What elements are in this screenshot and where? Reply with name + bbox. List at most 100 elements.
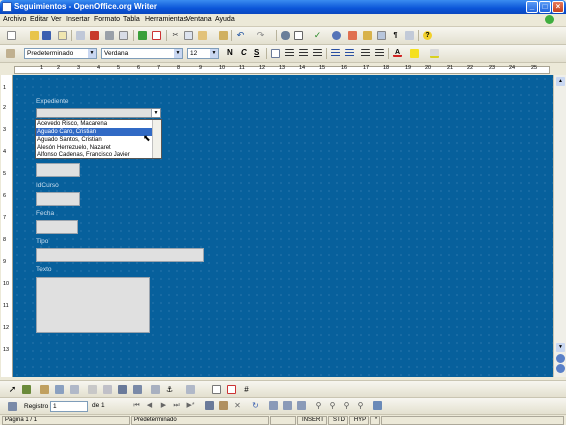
email-icon[interactable]: [58, 31, 67, 40]
edit-file-icon[interactable]: [76, 31, 85, 40]
highlighting-icon[interactable]: [410, 49, 419, 58]
dropdown-option[interactable]: Acevedo Risco, Macarena: [36, 120, 153, 128]
align-right-icon[interactable]: [299, 49, 308, 58]
add-field-icon[interactable]: [88, 385, 97, 394]
control-properties-icon[interactable]: [40, 385, 49, 394]
helplines-icon[interactable]: #: [242, 385, 251, 394]
zoom-indicator[interactable]: [270, 416, 296, 425]
selection-mode-indicator[interactable]: STD: [328, 416, 348, 425]
undo-record-icon[interactable]: [219, 401, 228, 410]
select-pointer-icon[interactable]: ➚: [8, 385, 17, 394]
dropdown-option[interactable]: Aguado Santos, Cristian: [36, 136, 153, 144]
zoom-icon[interactable]: [405, 31, 414, 40]
show-draw-functions-icon[interactable]: ✓: [313, 31, 322, 40]
close-button[interactable]: ×: [552, 1, 564, 13]
sort-ascending-icon[interactable]: [269, 401, 278, 410]
save-icon[interactable]: [42, 31, 51, 40]
autofilter-icon[interactable]: ⚲: [314, 401, 323, 410]
vertical-ruler[interactable]: 1 2 3 4 5 6 7 8 9 10 11 12 13: [1, 75, 13, 377]
navigator-icon[interactable]: [332, 31, 341, 40]
vertical-scrollbar[interactable]: ▲ ▼: [553, 75, 566, 377]
activation-order-icon[interactable]: [103, 385, 112, 394]
spellcheck-icon[interactable]: [138, 31, 147, 40]
background-color-icon[interactable]: [430, 49, 439, 58]
paste-icon[interactable]: [198, 31, 207, 40]
anchor-icon[interactable]: ⚓: [165, 385, 174, 394]
idcurso-field[interactable]: [36, 192, 80, 206]
increase-indent-icon[interactable]: [375, 49, 384, 58]
dropdown-scrollbar[interactable]: [152, 120, 161, 158]
data-sources-icon[interactable]: [363, 31, 372, 40]
underline-button[interactable]: S: [254, 48, 259, 57]
italic-button[interactable]: C: [241, 48, 247, 57]
reset-filter-icon[interactable]: ⚲: [356, 401, 365, 410]
table-icon[interactable]: [294, 31, 303, 40]
autospellcheck-icon[interactable]: [152, 31, 161, 40]
record-number-input[interactable]: 1: [50, 401, 88, 412]
copy-icon[interactable]: [184, 31, 193, 40]
justify-icon[interactable]: [313, 49, 322, 58]
minimize-button[interactable]: _: [526, 1, 538, 13]
insert-mode-indicator[interactable]: INSERT: [297, 416, 327, 425]
next-record-icon[interactable]: ▶: [159, 401, 168, 410]
display-grid-icon[interactable]: [212, 385, 221, 394]
apply-filter-icon[interactable]: ⚲: [328, 401, 337, 410]
expediente-combobox[interactable]: ▼: [36, 108, 161, 118]
menu-formato[interactable]: Formato: [94, 16, 120, 23]
page-style-indicator[interactable]: Predeterminado: [131, 416, 269, 425]
menu-ayuda[interactable]: Ayuda: [215, 16, 235, 23]
texto-textarea[interactable]: [36, 277, 150, 333]
standard-filter-icon[interactable]: ⚲: [342, 401, 351, 410]
open-folder-icon[interactable]: [30, 31, 39, 40]
alignment-icon[interactable]: [186, 385, 195, 394]
dropdown-option[interactable]: Alfonso Cadenas, Francisco Javier: [36, 151, 153, 159]
dropdown-option-highlighted[interactable]: Aguado Caro, Cristian: [36, 128, 153, 136]
hyperlink-mode-indicator[interactable]: HYP: [349, 416, 369, 425]
sort-icon[interactable]: [297, 401, 306, 410]
format-paintbrush-icon[interactable]: [219, 31, 228, 40]
update-notification-icon[interactable]: [545, 15, 554, 24]
hyperlink-icon[interactable]: [281, 31, 290, 40]
find-record-icon[interactable]: [8, 402, 17, 411]
previous-page-icon[interactable]: [556, 354, 565, 363]
last-record-icon[interactable]: ⏭: [172, 401, 181, 410]
cut-icon[interactable]: ✂: [171, 31, 180, 40]
scroll-down-icon[interactable]: ▼: [556, 343, 565, 352]
numbering-icon[interactable]: [331, 49, 340, 58]
design-mode-icon[interactable]: [22, 385, 31, 394]
next-page-icon[interactable]: [556, 364, 565, 373]
redo-icon[interactable]: ↷: [256, 31, 265, 40]
auto-control-focus-icon[interactable]: [133, 385, 142, 394]
form-properties-icon[interactable]: [55, 385, 64, 394]
snap-to-grid-icon[interactable]: [227, 385, 236, 394]
previous-record-icon[interactable]: ◀: [145, 401, 154, 410]
pilcrow-icon[interactable]: ¶: [391, 31, 400, 40]
form-navigator-icon[interactable]: [70, 385, 79, 394]
refresh-icon[interactable]: ↻: [251, 401, 260, 410]
save-record-icon[interactable]: [205, 401, 214, 410]
bold-button[interactable]: N: [227, 48, 233, 57]
fecha-field[interactable]: [36, 220, 78, 234]
horizontal-ruler[interactable]: 1 2 3 4 5 6 7 8 9 10 11 12 13 14 15 16 1…: [0, 64, 566, 75]
font-size-select[interactable]: 12 ▼: [187, 48, 219, 59]
gallery-icon[interactable]: [348, 31, 357, 40]
menu-ver[interactable]: Ver: [51, 16, 62, 23]
sort-descending-icon[interactable]: [283, 401, 292, 410]
font-name-select[interactable]: Verdana ▼: [101, 48, 183, 59]
align-center-icon[interactable]: [285, 49, 294, 58]
menu-editar[interactable]: Editar: [30, 16, 48, 23]
chevron-down-icon[interactable]: ▼: [151, 109, 160, 117]
menu-herramientas[interactable]: Herramientas: [145, 16, 187, 23]
export-pdf-icon[interactable]: [90, 31, 99, 40]
align-left-icon[interactable]: [271, 49, 280, 58]
data-source-as-table-icon[interactable]: [373, 401, 382, 410]
paragraph-style-select[interactable]: Predeterminado ▼: [24, 48, 97, 59]
print-icon[interactable]: [105, 31, 114, 40]
undo-icon[interactable]: ↶: [236, 31, 245, 40]
decrease-indent-icon[interactable]: [361, 49, 370, 58]
font-color-icon[interactable]: A: [393, 48, 402, 57]
menu-archivo[interactable]: Archivo: [3, 16, 26, 23]
menu-insertar[interactable]: Insertar: [66, 16, 90, 23]
first-record-icon[interactable]: ⏮: [132, 401, 141, 410]
scroll-up-icon[interactable]: ▲: [556, 77, 565, 86]
